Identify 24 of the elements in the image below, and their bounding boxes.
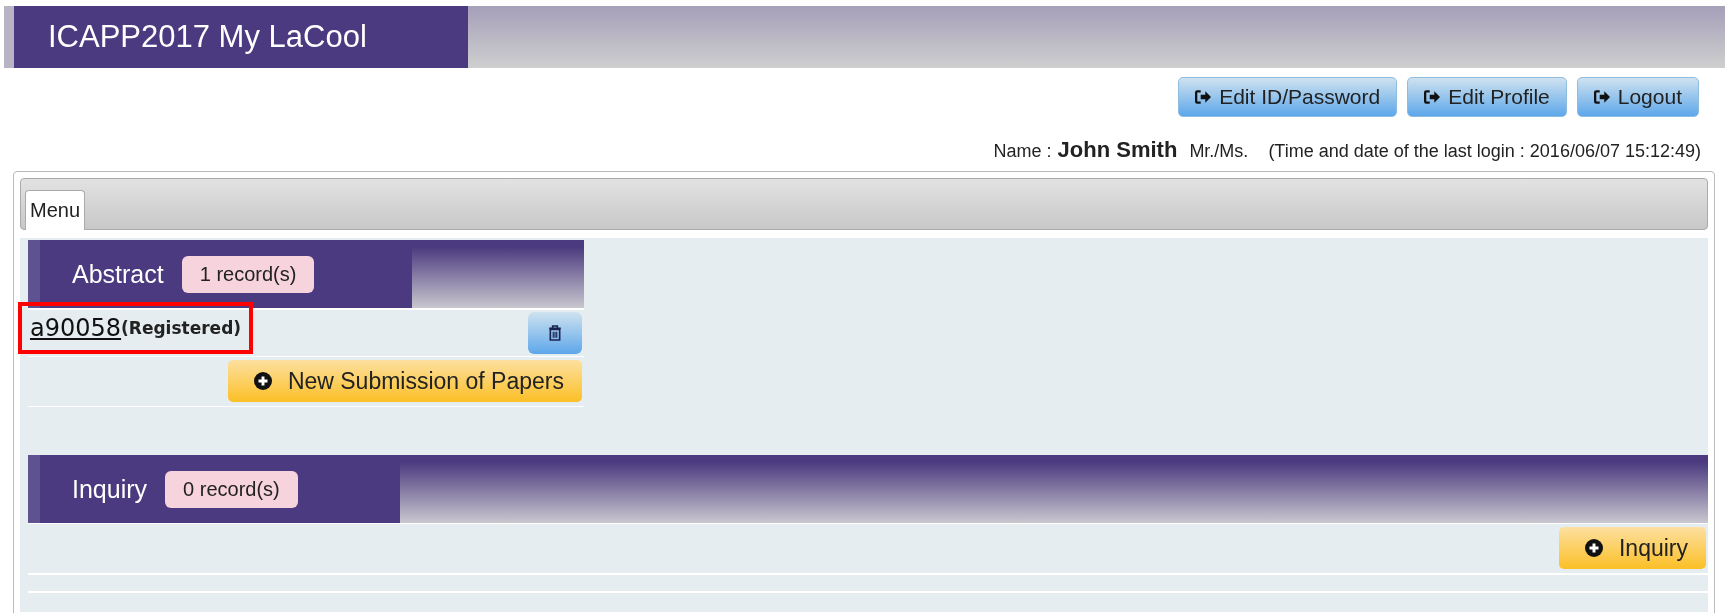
plus-circle-icon <box>1584 539 1603 557</box>
add-button[interactable]: Inquiry <box>1558 527 1706 569</box>
section-title: Abstract <box>72 259 164 289</box>
record-count-badge: 0 record(s) <box>165 470 298 508</box>
section-title: Inquiry <box>72 474 148 504</box>
name-label: Name : <box>993 141 1052 162</box>
account-button[interactable]: Edit ID/Password <box>1178 77 1398 117</box>
delete-button[interactable] <box>528 312 582 354</box>
account-button[interactable]: Edit Profile <box>1407 77 1567 117</box>
honorific-text: Mr./Ms. <box>1189 141 1249 162</box>
record-link[interactable]: a90058 <box>30 314 122 342</box>
add-button[interactable]: New Submission of Papers <box>227 360 582 402</box>
record-count-badge: 1 record(s) <box>181 255 315 293</box>
sign-out-icon <box>1593 90 1610 104</box>
account-button[interactable]: Logout <box>1576 77 1699 117</box>
trash-icon <box>548 324 562 342</box>
sign-out-icon <box>1195 90 1212 104</box>
user-name: John Smith <box>1057 137 1178 163</box>
menu-tab[interactable]: Menu <box>25 190 86 230</box>
record-status: (Registered) <box>121 318 242 338</box>
sign-out-icon <box>1424 90 1441 104</box>
last-login-text: (Time and date of the last login : 2016/06/07 15:12:49) <box>1268 141 1701 162</box>
app-title: ICAPP2017 My LaCool <box>14 6 468 68</box>
plus-circle-icon <box>253 372 272 390</box>
